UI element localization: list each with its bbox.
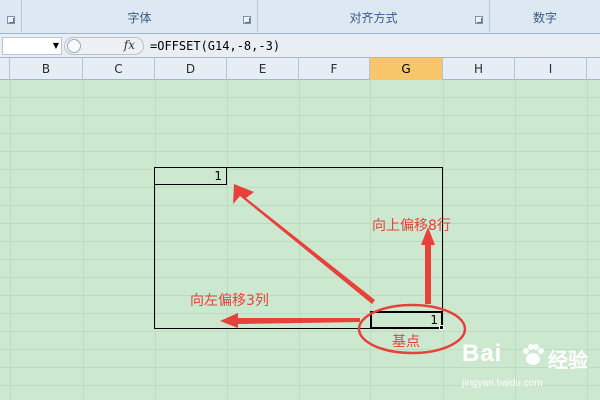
- watermark-suffix: 经验: [548, 348, 588, 372]
- ribbon-group-number: 数字: [490, 0, 600, 32]
- grid-line: [443, 80, 444, 400]
- fill-handle[interactable]: [439, 325, 444, 330]
- ribbon-group-font: 字体: [22, 0, 258, 32]
- column-header-c[interactable]: C: [83, 58, 155, 80]
- column-header-e[interactable]: E: [227, 58, 299, 80]
- ribbon-group-clipboard: [0, 0, 22, 32]
- grid-line: [0, 133, 600, 134]
- column-header-b[interactable]: B: [10, 58, 83, 80]
- font-launcher-icon[interactable]: [243, 16, 251, 24]
- alignment-launcher-icon[interactable]: [475, 16, 483, 24]
- ribbon: 字体 对齐方式 数字: [0, 0, 600, 34]
- grid-line: [0, 115, 600, 116]
- clipboard-launcher-icon[interactable]: [7, 16, 15, 24]
- ribbon-group-alignment: 对齐方式: [258, 0, 490, 32]
- font-group-label: 字体: [127, 11, 152, 25]
- name-box[interactable]: ▼: [2, 37, 62, 55]
- column-header-f[interactable]: F: [299, 58, 370, 80]
- grid-line: [83, 80, 84, 400]
- result-cell-d6[interactable]: 1: [154, 167, 227, 185]
- base-cell-value: 1: [430, 313, 438, 327]
- result-cell-value: 1: [214, 169, 222, 183]
- baidu-jingyan-watermark: Bai 经验 jingyan.baidu.com: [462, 340, 592, 398]
- formula-bar: ▼ fx =OFFSET(G14,-8,-3): [0, 34, 600, 58]
- fx-icon[interactable]: fx: [124, 38, 135, 52]
- annotation-left-label: 向左偏移3列: [190, 293, 269, 309]
- column-header-i[interactable]: I: [515, 58, 587, 80]
- annotation-base-label: 基点: [392, 334, 420, 350]
- insert-function-control[interactable]: fx: [64, 37, 144, 55]
- grid-line: [0, 331, 600, 332]
- number-group-label: 数字: [532, 11, 557, 25]
- column-headers: B C D E F G H I: [0, 58, 600, 80]
- column-header-partial[interactable]: [587, 58, 600, 80]
- formula-bar-handle-icon[interactable]: [67, 39, 81, 53]
- grid-line: [0, 151, 600, 152]
- watermark-url: jingyan.baidu.com: [462, 378, 543, 389]
- watermark-brand: Bai: [462, 340, 503, 367]
- alignment-group-label: 对齐方式: [349, 11, 398, 25]
- paw-logo-icon: [523, 344, 544, 365]
- chevron-down-icon[interactable]: ▼: [53, 41, 59, 50]
- grid-line: [0, 97, 600, 98]
- column-header-g[interactable]: G: [370, 58, 443, 80]
- column-header-d[interactable]: D: [155, 58, 227, 80]
- annotation-up-label: 向上偏移8行: [372, 218, 451, 234]
- grid-line: [10, 80, 11, 400]
- base-cell-g14[interactable]: 1: [370, 311, 443, 329]
- formula-text[interactable]: =OFFSET(G14,-8,-3): [150, 39, 280, 53]
- select-all-corner[interactable]: [0, 58, 10, 80]
- column-header-h[interactable]: H: [443, 58, 515, 80]
